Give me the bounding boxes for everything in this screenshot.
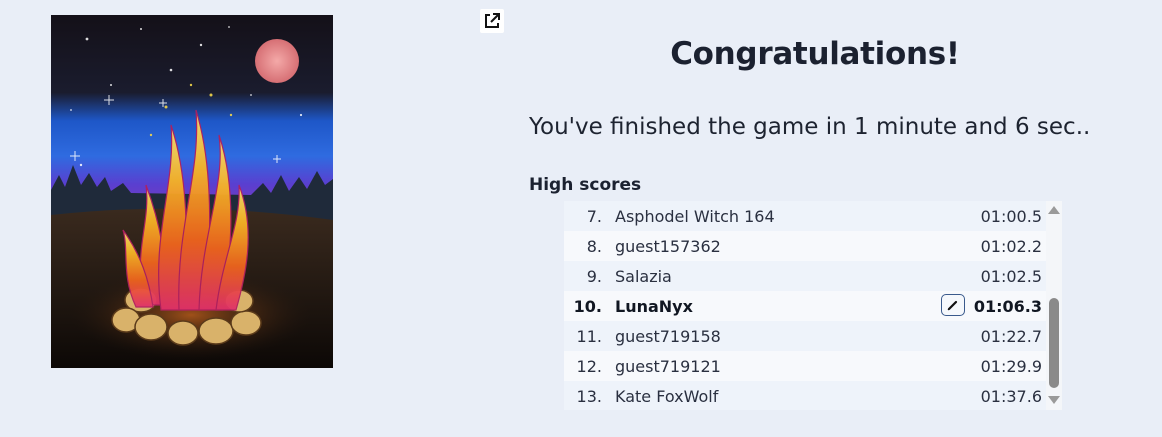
score-name: Salazia xyxy=(615,266,672,286)
game-finished-screen: Congratulations! You've finished the gam… xyxy=(0,0,1162,437)
score-time: 01:02.5 xyxy=(980,266,1042,286)
score-rank: 9. xyxy=(586,266,602,286)
score-time: 01:29.9 xyxy=(980,356,1042,376)
score-rank: 8. xyxy=(586,236,602,256)
score-name: guest719158 xyxy=(615,326,721,346)
scroll-thumb[interactable] xyxy=(1049,298,1059,388)
high-scores-heading: High scores xyxy=(529,175,642,195)
scroll-up-arrow-icon[interactable] xyxy=(1048,206,1060,214)
score-rank: 11. xyxy=(576,326,602,346)
score-rank: 12. xyxy=(576,356,602,376)
score-rank: 10. xyxy=(573,296,602,316)
high-scores-list[interactable]: 7. Asphodel Witch 164 01:00.5 8. guest15… xyxy=(564,201,1064,410)
score-name: guest157362 xyxy=(615,236,721,256)
score-row: 7. Asphodel Witch 164 01:00.5 xyxy=(564,201,1046,231)
score-rank: 13. xyxy=(576,386,602,406)
page-title: Congratulations! xyxy=(670,36,960,72)
pencil-icon xyxy=(947,300,958,311)
score-time: 01:00.5 xyxy=(980,206,1042,226)
scroll-down-arrow-icon[interactable] xyxy=(1048,396,1060,404)
score-row: 12. guest719121 01:29.9 xyxy=(564,351,1046,381)
score-time: 01:06.3 xyxy=(973,296,1042,316)
edit-name-button[interactable] xyxy=(941,294,965,316)
campfire-painting xyxy=(51,15,333,368)
score-time: 01:02.2 xyxy=(980,236,1042,256)
score-name: LunaNyx xyxy=(615,296,693,316)
score-time: 01:37.6 xyxy=(980,386,1042,406)
score-row: 13. Kate FoxWolf 01:37.6 xyxy=(564,381,1046,410)
score-row: 8. guest157362 01:02.2 xyxy=(564,231,1046,261)
finish-message: You've finished the game in 1 minute and… xyxy=(529,114,1091,140)
score-name: Asphodel Witch 164 xyxy=(615,206,775,226)
score-name: guest719121 xyxy=(615,356,721,376)
score-row: 9. Salazia 01:02.5 xyxy=(564,261,1046,291)
current-score-row: 10. LunaNyx 01:06.3 xyxy=(564,291,1046,321)
open-external-button[interactable] xyxy=(480,9,504,33)
score-row: 11. guest719158 01:22.7 xyxy=(564,321,1046,351)
score-time: 01:22.7 xyxy=(980,326,1042,346)
score-name: Kate FoxWolf xyxy=(615,386,719,406)
score-rank: 7. xyxy=(586,206,602,226)
open-in-new-window-icon xyxy=(485,13,500,28)
scores-scrollbar[interactable] xyxy=(1046,201,1062,410)
